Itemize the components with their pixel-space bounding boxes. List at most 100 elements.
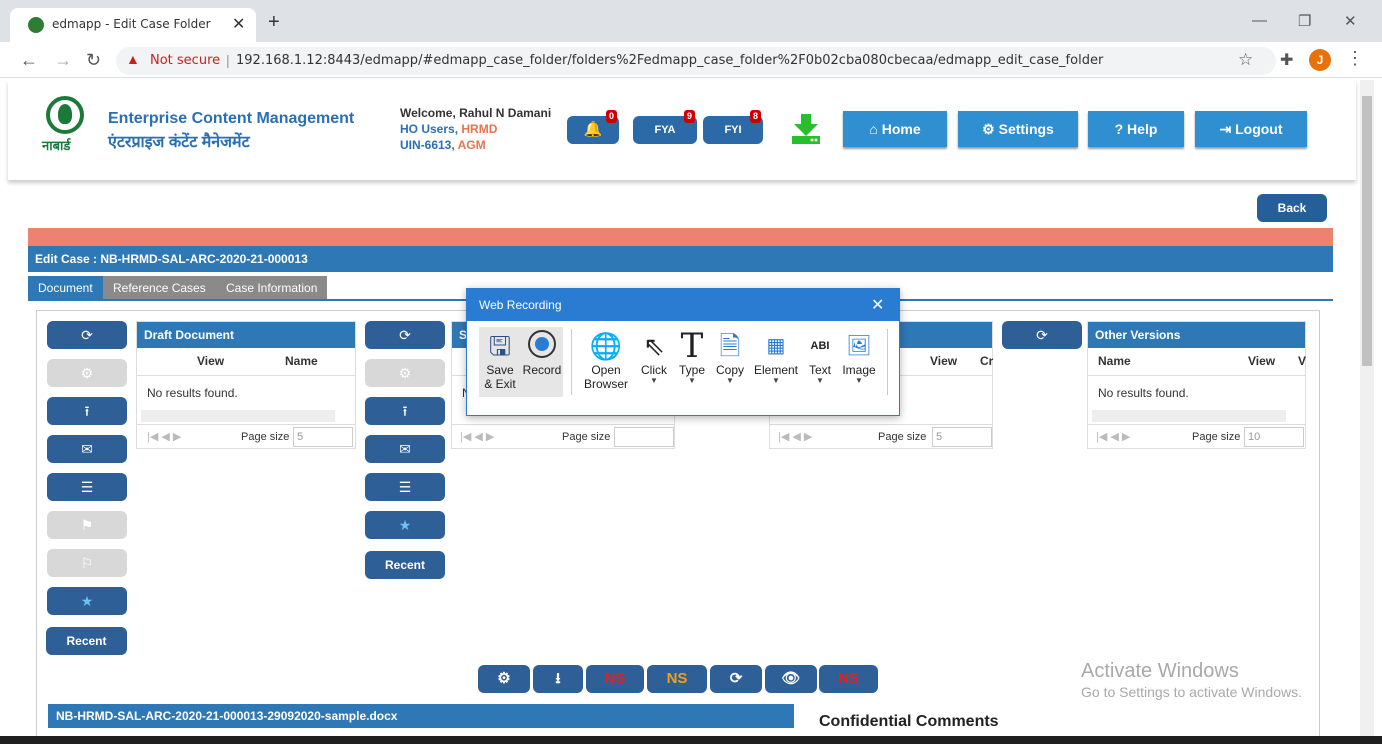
col-name[interactable]: Name (285, 354, 318, 368)
favorite-button[interactable]: ★ (47, 587, 127, 615)
workflow-button-2[interactable]: ⚙ (365, 359, 445, 387)
refresh-button-2[interactable]: ⟳ (365, 321, 445, 349)
email-button-2[interactable]: ✉ (365, 435, 445, 463)
scroll-thumb[interactable] (1362, 96, 1372, 366)
grid-pager: |◀ ◀ ▶ Page size 5 (770, 424, 992, 448)
ns-button-1[interactable]: NS (586, 665, 644, 693)
record-button[interactable]: Record (521, 329, 563, 377)
new-tab-button[interactable]: + (268, 11, 280, 34)
envelope-icon: ✉ (81, 441, 93, 457)
type-button[interactable]: T Type ▼ (675, 329, 709, 385)
download-action-button[interactable]: ⭳ (533, 665, 583, 693)
copy-button[interactable]: 🗎 Copy ▼ (713, 329, 747, 385)
browser-tab[interactable]: edmapp - Edit Case Folder ✕ (10, 8, 256, 42)
tab-case-information[interactable]: Case Information (216, 276, 328, 300)
upload-icon: ⭱ (402, 403, 408, 419)
col-view[interactable]: View (930, 354, 957, 368)
refresh-button-3[interactable]: ⟳ (1002, 321, 1082, 349)
notifications-button[interactable]: 🔔 0 (567, 110, 619, 144)
page-size-label: Page size (878, 431, 927, 443)
workflow-button[interactable]: ⚙ (47, 359, 127, 387)
h-scrollbar[interactable] (141, 410, 335, 422)
refresh-button[interactable]: ⟳ (47, 321, 127, 349)
header-strip (28, 228, 1333, 246)
email-button[interactable]: ✉ (47, 435, 127, 463)
bookmark-star-icon[interactable]: ☆ (1238, 50, 1253, 70)
upload-button-2[interactable]: ⭱ (365, 397, 445, 425)
not-secure-label[interactable]: Not secure (150, 53, 220, 68)
flag-button[interactable]: ⚑ (47, 511, 127, 539)
fyi-label: FYI (724, 124, 742, 136)
window-close-icon[interactable]: ✕ (1344, 12, 1357, 30)
fyi-button[interactable]: FYI 8 (703, 110, 763, 144)
uin-label: UIN-6613, (400, 138, 458, 152)
dialog-close-icon[interactable]: ✕ (871, 295, 884, 315)
view-action-button[interactable]: 👁 (765, 665, 817, 693)
forward-arrow-icon[interactable]: → (54, 50, 72, 71)
home-button[interactable]: ⌂ Home (843, 111, 947, 147)
extensions-icon[interactable]: ✚ (1280, 50, 1293, 70)
pager-nav[interactable]: |◀ ◀ ▶ (460, 430, 494, 443)
help-button[interactable]: ? Help (1088, 111, 1184, 147)
save-exit-button[interactable]: 🖫 Save & Exit (481, 329, 519, 391)
restore-icon[interactable]: ❐ (1298, 12, 1311, 30)
upload-button[interactable]: ⭱ (47, 397, 127, 425)
pager-nav[interactable]: |◀ ◀ ▶ (1096, 430, 1130, 443)
grid-pager: |◀ ◀ ▶ Page size (452, 424, 674, 448)
database-button[interactable]: ☰ (47, 473, 127, 501)
workflow-action-button[interactable]: ⚙ (478, 665, 530, 693)
click-label: Click (641, 363, 667, 377)
recent-button[interactable]: Recent (46, 627, 127, 655)
col-name[interactable]: Name (1098, 354, 1131, 368)
database-button-2[interactable]: ☰ (365, 473, 445, 501)
settings-button[interactable]: ⚙ Settings (958, 111, 1078, 147)
pager-nav[interactable]: |◀ ◀ ▶ (147, 430, 181, 443)
other-versions-grid: Other Versions Name View V No results fo… (1087, 321, 1306, 449)
ns-button-2[interactable]: NS (647, 665, 707, 693)
page-size-select[interactable]: 5 (293, 427, 353, 447)
element-button[interactable]: ▦ Element ▼ (751, 329, 801, 385)
open-browser-button[interactable]: 🌐 Open Browser (579, 329, 633, 391)
col-view[interactable]: View (197, 354, 224, 368)
exit-label: & Exit (484, 377, 516, 391)
page-size-select[interactable] (614, 427, 674, 447)
tab-document[interactable]: Document (28, 276, 103, 300)
menu-kebab-icon[interactable]: ⋮ (1346, 48, 1364, 69)
flag-outline-button[interactable]: ⚐ (47, 549, 127, 577)
browser-tabstrip: edmapp - Edit Case Folder ✕ + — ❐ ✕ (0, 0, 1382, 42)
logo-text: नाबार्ड (42, 138, 71, 153)
refresh-action-button[interactable]: ⟳ (710, 665, 762, 693)
page-size-select[interactable]: 5 (932, 427, 992, 447)
omnibox[interactable]: ▲ Not secure | 192.168.1.12:8443/edmapp/… (116, 47, 1276, 75)
element-grid-icon: ▦ (766, 335, 786, 357)
pager-nav[interactable]: |◀ ◀ ▶ (778, 430, 812, 443)
fya-badge: 9 (683, 110, 695, 123)
dept-value: HRMD (461, 122, 498, 136)
col-view[interactable]: View (1248, 354, 1275, 368)
image-label: Image (842, 363, 876, 377)
h-scrollbar[interactable] (1092, 410, 1286, 422)
text-field-icon: ABI (810, 340, 830, 352)
ns-button-3[interactable]: NS (819, 665, 878, 693)
click-button[interactable]: ⇖ Click ▼ (637, 329, 671, 385)
col-version[interactable]: V (1298, 354, 1306, 368)
download-icon[interactable] (790, 112, 822, 146)
minimize-icon[interactable]: — (1252, 12, 1267, 29)
profile-avatar[interactable]: J (1309, 49, 1331, 71)
back-arrow-icon[interactable]: ← (20, 50, 38, 71)
back-button[interactable]: Back (1257, 194, 1327, 222)
tab-reference-cases[interactable]: Reference Cases (103, 276, 216, 300)
notif-badge: 0 (605, 110, 617, 123)
recent-button-2[interactable]: Recent (365, 551, 445, 579)
page-size-select[interactable]: 10 (1244, 427, 1304, 447)
reload-icon[interactable]: ↻ (86, 50, 101, 71)
url-text[interactable]: 192.168.1.12:8443/edmapp/#edmapp_case_fo… (236, 53, 1103, 68)
fya-button[interactable]: FYA 9 (633, 110, 697, 144)
tab-close-icon[interactable]: ✕ (232, 14, 245, 34)
favorite-button-2[interactable]: ★ (365, 511, 445, 539)
image-button[interactable]: 🖼 Image ▼ (839, 329, 879, 385)
text-button[interactable]: ABI Text ▼ (805, 329, 835, 385)
col-created[interactable]: Cr (980, 354, 993, 368)
logout-button[interactable]: ⇥ Logout (1195, 111, 1307, 147)
logout-label: Logout (1235, 121, 1283, 137)
